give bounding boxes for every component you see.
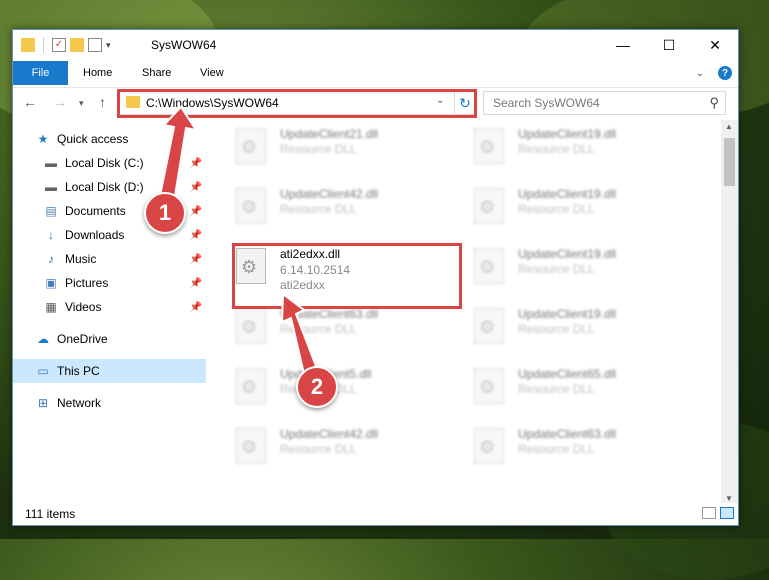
callout-2: 2 <box>296 366 338 408</box>
arrow-2-shape <box>280 292 318 376</box>
callout-1: 1 <box>144 192 186 234</box>
arrow-1-shape <box>158 105 199 197</box>
annotation-arrows <box>158 105 318 376</box>
